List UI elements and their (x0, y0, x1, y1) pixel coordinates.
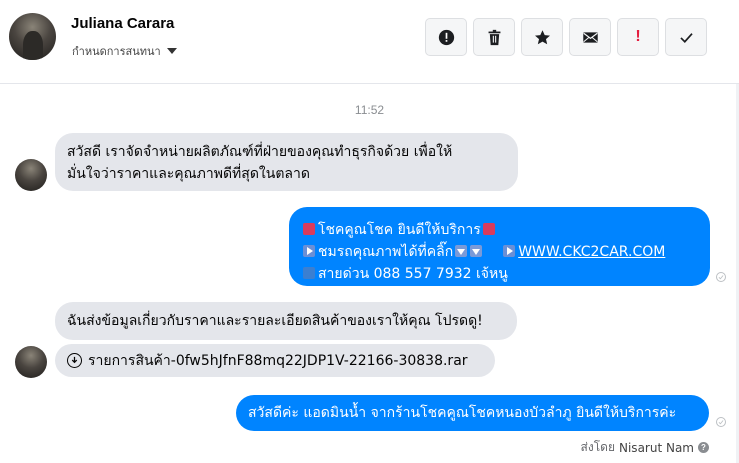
sender-avatar[interactable] (15, 159, 47, 191)
message-text-line: โชคคูณโชค ยินดีให้บริการ (318, 222, 481, 238)
message-text-line: สายด่วน 088 557 7932 เจ้หนู (318, 266, 508, 282)
important-button[interactable]: ! (617, 18, 659, 56)
sparkle-emoji-icon (482, 223, 495, 235)
sender-avatar[interactable] (15, 346, 47, 378)
incoming-message[interactable]: สวัสดี เราจัดจำหน่ายผลิตภัณฑ์ที่ฝ่ายของค… (55, 133, 518, 191)
message-text-line: ฉันส่งข้อมูลเกี่ยวกับราคาและรายละเอียดสิ… (67, 313, 483, 329)
sent-by-label: ส่งโดย (580, 440, 615, 454)
exclamation-icon: ! (635, 28, 641, 45)
conversation-toolbar: ! (425, 18, 707, 56)
file-attachment[interactable]: รายการสินค้า-0fw5hJfnF88mq22JDP1V-22166-… (55, 344, 495, 377)
outgoing-message[interactable]: สวัสดีค่ะ แอดมินน้ำ จากร้านโชคคูณโชคหนอง… (236, 395, 709, 431)
star-icon (534, 29, 550, 44)
outgoing-message[interactable]: โชคคูณโชค ยินดีให้บริการ ชมรถคุณภาพได้ที… (289, 207, 710, 286)
sparkle-emoji-icon (303, 223, 315, 235)
report-button[interactable] (425, 18, 467, 56)
done-button[interactable] (665, 18, 707, 56)
assign-conversation-label: กำหนดการสนทนา (72, 45, 161, 58)
seen-check-icon (716, 272, 726, 282)
message-text-line: มั่นใจว่าราคาและคุณภาพดีที่สุดในตลาด (67, 166, 310, 182)
conversation-header: Juliana Carara กำหนดการสนทนา ! (0, 0, 739, 84)
contact-avatar[interactable] (9, 13, 56, 60)
message-timestamp: 11:52 (354, 103, 385, 117)
check-icon (679, 32, 693, 43)
assign-conversation-dropdown[interactable]: กำหนดการสนทนา (72, 42, 177, 60)
play-emoji-icon (303, 245, 315, 257)
alert-circle-icon (438, 29, 454, 45)
help-icon[interactable]: ? (698, 442, 709, 453)
mark-unread-button[interactable] (569, 18, 611, 56)
message-text-line: ชมรถคุณภาพได้ที่คลิ๊ก (318, 244, 454, 260)
play-emoji-icon (503, 245, 516, 257)
message-text-line: สวัสดี เราจัดจำหน่ายผลิตภัณฑ์ที่ฝ่ายของค… (67, 144, 453, 160)
attachment-filename: รายการสินค้า-0fw5hJfnF88mq22JDP1V-22166-… (88, 352, 468, 369)
contact-name[interactable]: Juliana Carara (71, 15, 174, 32)
incoming-message[interactable]: ฉันส่งข้อมูลเกี่ยวกับราคาและรายละเอียดสิ… (55, 302, 517, 340)
delete-button[interactable] (473, 18, 515, 56)
caret-down-icon (166, 48, 177, 54)
envelope-icon (582, 31, 598, 43)
message-text-line: สวัสดีค่ะ แอดมินน้ำ จากร้านโชคคูณโชคหนอง… (248, 405, 677, 421)
star-button[interactable] (521, 18, 563, 56)
down-arrow-emoji-icon (455, 245, 468, 257)
website-link[interactable]: WWW.CKC2CAR.COM (518, 244, 665, 260)
sent-by-info: ส่งโดย Nisarut Nam ? (581, 438, 709, 457)
trash-icon (488, 29, 500, 45)
down-arrow-emoji-icon (470, 245, 483, 257)
seen-check-icon (716, 417, 726, 427)
sent-by-name[interactable]: Nisarut Nam (619, 441, 694, 455)
phone-emoji-icon (303, 267, 315, 279)
download-icon (67, 353, 82, 368)
